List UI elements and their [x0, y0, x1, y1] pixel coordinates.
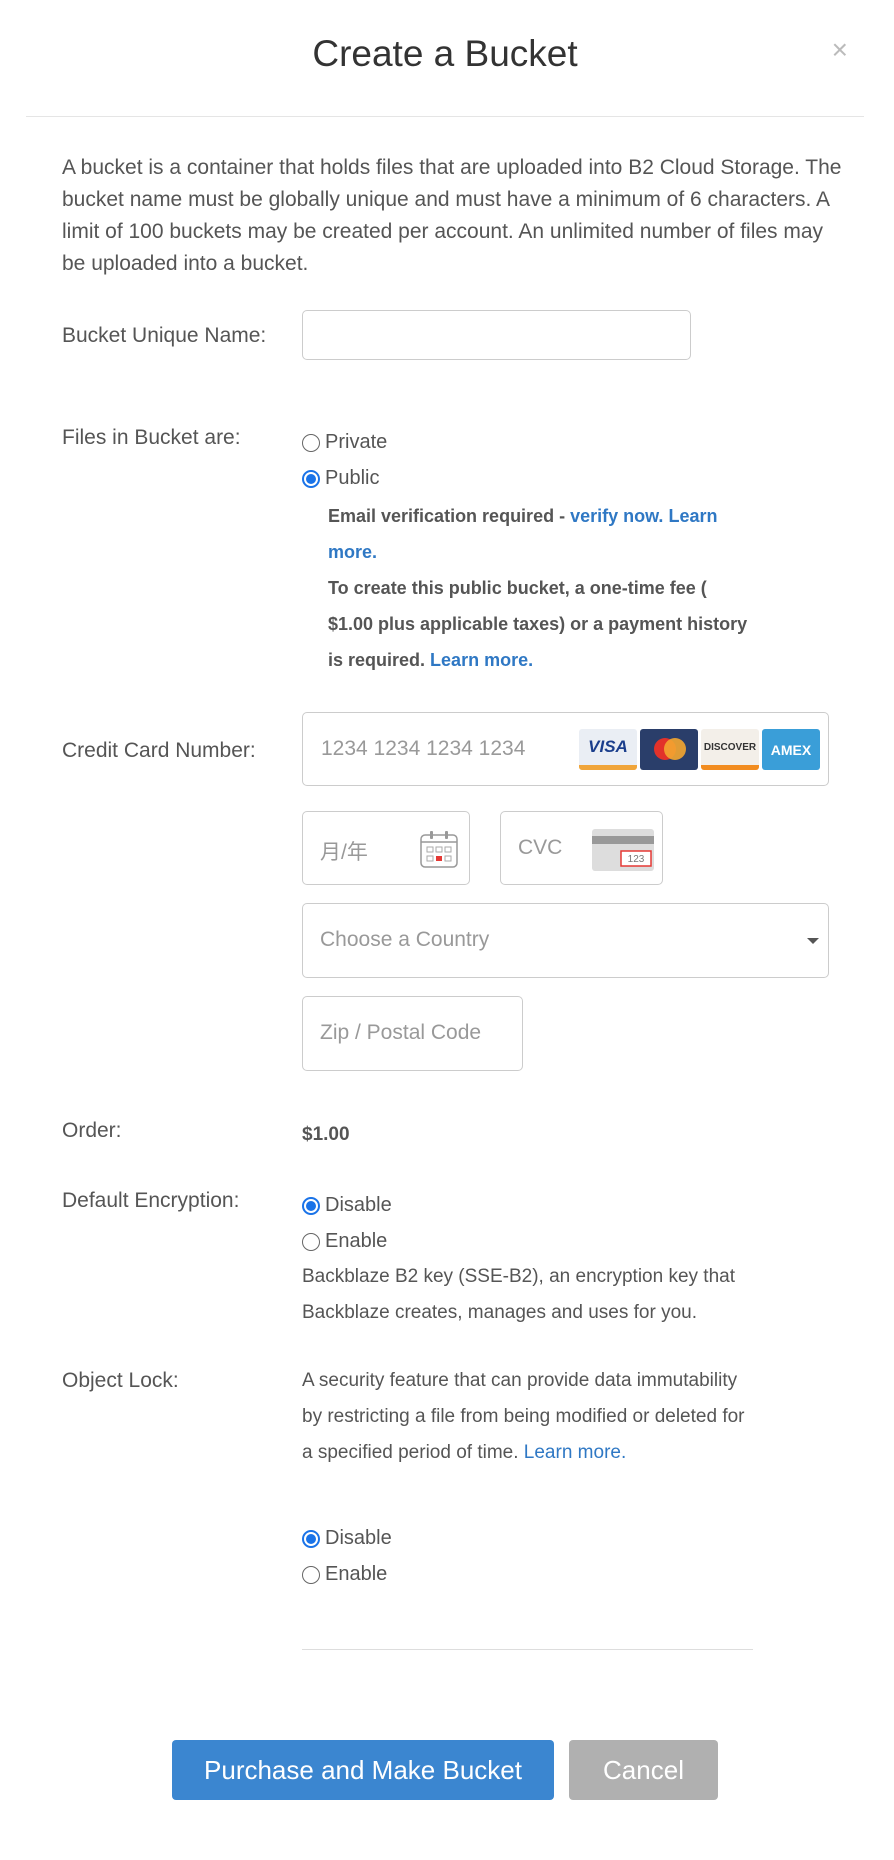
- order-value: $1.00: [302, 1124, 350, 1145]
- intro-text: A bucket is a container that holds files…: [62, 156, 842, 275]
- object-lock-disable-option[interactable]: Disable: [302, 1527, 392, 1550]
- expiry-placeholder: 月/年: [320, 841, 368, 864]
- radio-private[interactable]: [302, 433, 320, 452]
- bucket-name-label: Bucket Unique Name:: [62, 324, 267, 347]
- country-select[interactable]: Choose a Country: [302, 903, 829, 978]
- object-lock-label: Object Lock:: [62, 1369, 179, 1392]
- calendar-icon: [420, 831, 458, 868]
- country-placeholder: Choose a Country: [320, 928, 490, 951]
- cancel-button[interactable]: Cancel: [569, 1740, 718, 1800]
- public-notice: Email verification required - verify now…: [328, 498, 748, 678]
- radio-encryption-disable[interactable]: [302, 1196, 320, 1215]
- encryption-label: Default Encryption:: [62, 1189, 240, 1212]
- visibility-label: Files in Bucket are:: [62, 426, 241, 449]
- radio-encryption-disable-label: Disable: [325, 1194, 392, 1216]
- zip-placeholder: Zip / Postal Code: [320, 1021, 482, 1044]
- chevron-down-icon: [807, 938, 819, 944]
- order-label: Order:: [62, 1119, 122, 1142]
- radio-private-label: Private: [325, 431, 388, 453]
- discover-logo: DISCOVER: [701, 729, 759, 770]
- card-brand-logos: VISA DISCOVER AMEX: [579, 729, 820, 770]
- cvc-input[interactable]: CVC 123: [500, 811, 663, 885]
- radio-public-label: Public: [325, 467, 380, 489]
- visibility-private-option[interactable]: Private: [302, 431, 387, 454]
- encryption-enable-option[interactable]: Enable: [302, 1230, 387, 1253]
- zip-input[interactable]: Zip / Postal Code: [302, 996, 523, 1071]
- learn-more-link-2[interactable]: Learn more.: [430, 650, 533, 670]
- cvc-placeholder: CVC: [518, 836, 563, 859]
- encryption-disable-option[interactable]: Disable: [302, 1194, 392, 1217]
- visibility-public-option[interactable]: Public: [302, 467, 379, 490]
- radio-encryption-enable-label: Enable: [325, 1230, 388, 1252]
- object-lock-enable-option[interactable]: Enable: [302, 1563, 387, 1586]
- credit-card-label: Credit Card Number:: [62, 739, 256, 762]
- radio-object-lock-enable-label: Enable: [325, 1563, 388, 1585]
- radio-object-lock-disable[interactable]: [302, 1529, 320, 1548]
- cvc-card-icon: 123: [592, 829, 654, 871]
- bucket-name-input[interactable]: [302, 310, 691, 360]
- card-number-input[interactable]: 1234 1234 1234 1234 VISA DISCOVER AMEX: [302, 712, 829, 786]
- public-fee-text: To create this public bucket, a one-time…: [328, 578, 748, 670]
- modal-header: Create a Bucket ×: [26, 0, 864, 117]
- object-lock-help: A security feature that can provide data…: [302, 1363, 757, 1471]
- radio-object-lock-enable[interactable]: [302, 1565, 320, 1584]
- radio-object-lock-disable-label: Disable: [325, 1527, 392, 1549]
- close-icon[interactable]: ×: [832, 36, 848, 64]
- mastercard-logo: [640, 729, 698, 770]
- card-number-placeholder: 1234 1234 1234 1234: [321, 737, 526, 760]
- email-verification-text: Email verification required -: [328, 506, 571, 526]
- encryption-help: Backblaze B2 key (SSE-B2), an encryption…: [302, 1266, 735, 1323]
- amex-logo: AMEX: [762, 729, 820, 770]
- verify-now-link[interactable]: verify now.: [570, 506, 663, 526]
- expiry-input[interactable]: 月/年: [302, 811, 470, 885]
- modal-title: Create a Bucket: [312, 33, 578, 74]
- create-bucket-modal: Create a Bucket × A bucket is a containe…: [0, 0, 894, 1860]
- visa-logo: VISA: [579, 729, 637, 770]
- radio-public[interactable]: [302, 469, 320, 488]
- purchase-and-make-bucket-button[interactable]: Purchase and Make Bucket: [172, 1740, 554, 1800]
- cvc-icon-text: 123: [628, 854, 645, 865]
- object-lock-learn-more-link[interactable]: Learn more.: [524, 1442, 626, 1463]
- form-divider: [302, 1649, 753, 1650]
- radio-encryption-enable[interactable]: [302, 1232, 320, 1251]
